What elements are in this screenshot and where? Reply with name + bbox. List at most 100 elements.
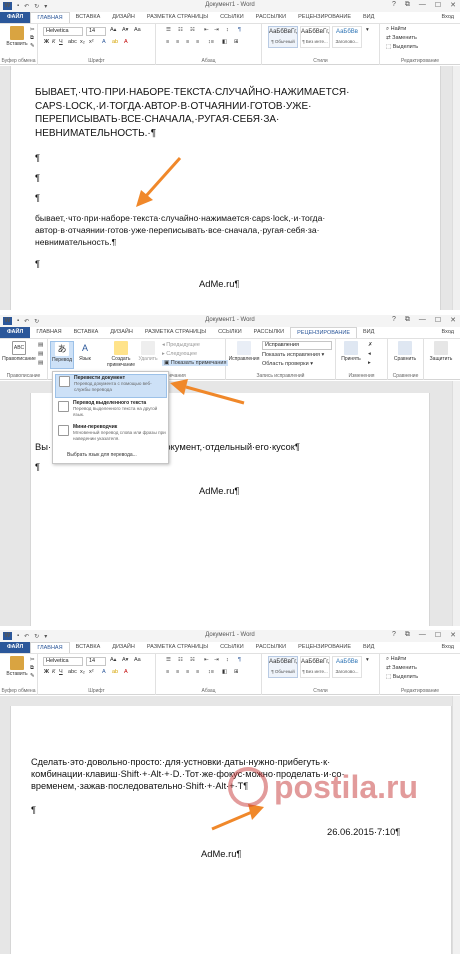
shrink-font-icon[interactable]: A▾ — [122, 657, 128, 663]
tab-review[interactable]: РЕЦЕНЗИРОВАНИЕ — [292, 642, 357, 653]
style-heading[interactable]: АаБбВв Заголово... — [332, 26, 362, 48]
maximize-icon[interactable]: ☐ — [435, 1, 441, 9]
bold-button[interactable]: Ж — [44, 669, 49, 675]
font-name-combo[interactable]: Helvetica — [43, 27, 83, 36]
text-effects-icon[interactable]: A — [102, 39, 106, 45]
multilevel-list-icon[interactable]: ☵ — [190, 27, 195, 33]
font-name-combo[interactable]: Helvetica — [43, 657, 83, 666]
tab-design[interactable]: ДИЗАЙН — [106, 642, 141, 653]
tab-view[interactable]: ВИД — [357, 12, 380, 23]
tab-references[interactable]: ССЫЛКИ — [214, 642, 250, 653]
underline-button[interactable]: Ч — [59, 39, 63, 45]
tab-home[interactable]: ГЛАВНАЯ — [30, 12, 70, 23]
font-size-combo[interactable]: 14 — [86, 27, 106, 36]
cut-icon[interactable]: ✂ — [30, 657, 35, 663]
sign-in-link[interactable]: Вход — [436, 642, 460, 653]
italic-button[interactable]: К — [52, 39, 55, 45]
superscript-icon[interactable]: x² — [89, 39, 94, 45]
ribbon-display-icon[interactable]: ⧉ — [405, 631, 410, 639]
increase-indent-icon[interactable]: ⇥ — [214, 657, 219, 663]
multilevel-list-icon[interactable]: ☵ — [190, 657, 195, 663]
tab-file[interactable]: ФАЙЛ — [0, 12, 31, 23]
tab-layout[interactable]: РАЗМЕТКА СТРАНИЦЫ — [141, 642, 214, 653]
change-case-icon[interactable]: Aa — [134, 27, 141, 33]
close-icon[interactable]: ✕ — [450, 631, 456, 639]
maximize-icon[interactable]: ☐ — [435, 631, 441, 639]
font-color-icon[interactable]: A — [124, 39, 128, 45]
align-left-icon[interactable]: ≡ — [166, 669, 169, 675]
copy-icon[interactable]: ⧉ — [30, 665, 34, 672]
style-no-spacing[interactable]: АаБбВвГг, ¶ Без инте... — [300, 656, 330, 678]
underline-button[interactable]: Ч — [59, 669, 63, 675]
grow-font-icon[interactable]: A▴ — [110, 27, 116, 33]
shading-icon[interactable]: ◧ — [222, 39, 227, 45]
styles-more-icon[interactable]: ▾ — [366, 27, 369, 33]
highlight-icon[interactable]: ab — [112, 669, 118, 675]
tab-insert[interactable]: ВСТАВКА — [70, 12, 107, 23]
help-icon[interactable]: ? — [392, 1, 396, 9]
sign-in-link[interactable]: Вход — [436, 12, 460, 23]
highlight-icon[interactable]: ab — [112, 39, 118, 45]
cut-icon[interactable]: ✂ — [30, 27, 35, 33]
tab-file[interactable]: ФАЙЛ — [0, 642, 31, 653]
vertical-scrollbar[interactable] — [452, 66, 460, 310]
align-left-icon[interactable]: ≡ — [166, 39, 169, 45]
tab-insert[interactable]: ВСТАВКА — [70, 642, 107, 653]
find-button[interactable]: ⌕ Найти — [386, 656, 406, 663]
italic-button[interactable]: К — [52, 669, 55, 675]
tab-mailings[interactable]: РАССЫЛКИ — [250, 12, 292, 23]
tab-home[interactable]: ГЛАВНАЯ — [30, 642, 70, 653]
show-marks-icon[interactable]: ¶ — [238, 27, 241, 33]
align-center-icon[interactable]: ≡ — [176, 669, 179, 675]
grow-font-icon[interactable]: A▴ — [110, 657, 116, 663]
superscript-icon[interactable]: x² — [89, 669, 94, 675]
format-painter-icon[interactable]: ✎ — [30, 43, 35, 49]
decrease-indent-icon[interactable]: ⇤ — [204, 27, 209, 33]
tab-design[interactable]: ДИЗАЙН — [106, 12, 141, 23]
tab-review[interactable]: РЕЦЕНЗИРОВАНИЕ — [292, 12, 357, 23]
copy-icon[interactable]: ⧉ — [30, 35, 34, 42]
style-heading[interactable]: АаБбВв Заголово... — [332, 656, 362, 678]
minimize-icon[interactable]: — — [419, 631, 426, 639]
numbering-icon[interactable]: ☷ — [178, 27, 183, 33]
sort-icon[interactable]: ↕ — [226, 27, 229, 33]
tab-mailings[interactable]: РАССЫЛКИ — [250, 642, 292, 653]
shading-icon[interactable]: ◧ — [222, 669, 227, 675]
help-icon[interactable]: ? — [392, 631, 396, 639]
subscript-icon[interactable]: x₂ — [80, 669, 85, 675]
styles-more-icon[interactable]: ▾ — [366, 657, 369, 663]
style-no-spacing[interactable]: АаБбВвГг, ¶ Без инте... — [300, 26, 330, 48]
justify-icon[interactable]: ≡ — [196, 39, 199, 45]
line-spacing-icon[interactable]: ↕≡ — [208, 39, 214, 45]
strikethrough-icon[interactable]: abc — [68, 39, 77, 45]
close-icon[interactable]: ✕ — [450, 1, 456, 9]
strikethrough-icon[interactable]: abc — [68, 669, 77, 675]
tab-layout[interactable]: РАЗМЕТКА СТРАНИЦЫ — [141, 12, 214, 23]
font-size-combo[interactable]: 14 — [86, 657, 106, 666]
paste-button[interactable]: Вставить — [4, 656, 30, 677]
subscript-icon[interactable]: x₂ — [80, 39, 85, 45]
decrease-indent-icon[interactable]: ⇤ — [204, 657, 209, 663]
style-normal[interactable]: АаБбВвГг, ¶ Обычный — [268, 26, 298, 48]
bullets-icon[interactable]: ☰ — [166, 27, 171, 33]
replace-button[interactable]: ⇄ Заменить — [386, 35, 417, 41]
line-spacing-icon[interactable]: ↕≡ — [208, 669, 214, 675]
numbering-icon[interactable]: ☷ — [178, 657, 183, 663]
sort-icon[interactable]: ↕ — [226, 657, 229, 663]
replace-button[interactable]: ⇄ Заменить — [386, 665, 417, 671]
format-painter-icon[interactable]: ✎ — [30, 673, 35, 679]
minimize-icon[interactable]: — — [419, 1, 426, 9]
align-center-icon[interactable]: ≡ — [176, 39, 179, 45]
tab-references[interactable]: ССЫЛКИ — [214, 12, 250, 23]
align-right-icon[interactable]: ≡ — [186, 669, 189, 675]
select-button[interactable]: ⬚ Выделить — [386, 674, 418, 680]
align-right-icon[interactable]: ≡ — [186, 39, 189, 45]
ribbon-display-icon[interactable]: ⧉ — [405, 1, 410, 9]
shrink-font-icon[interactable]: A▾ — [122, 27, 128, 33]
bullets-icon[interactable]: ☰ — [166, 657, 171, 663]
borders-icon[interactable]: ⊞ — [234, 669, 239, 675]
font-color-icon[interactable]: A — [124, 669, 128, 675]
bold-button[interactable]: Ж — [44, 39, 49, 45]
increase-indent-icon[interactable]: ⇥ — [214, 27, 219, 33]
borders-icon[interactable]: ⊞ — [234, 39, 239, 45]
